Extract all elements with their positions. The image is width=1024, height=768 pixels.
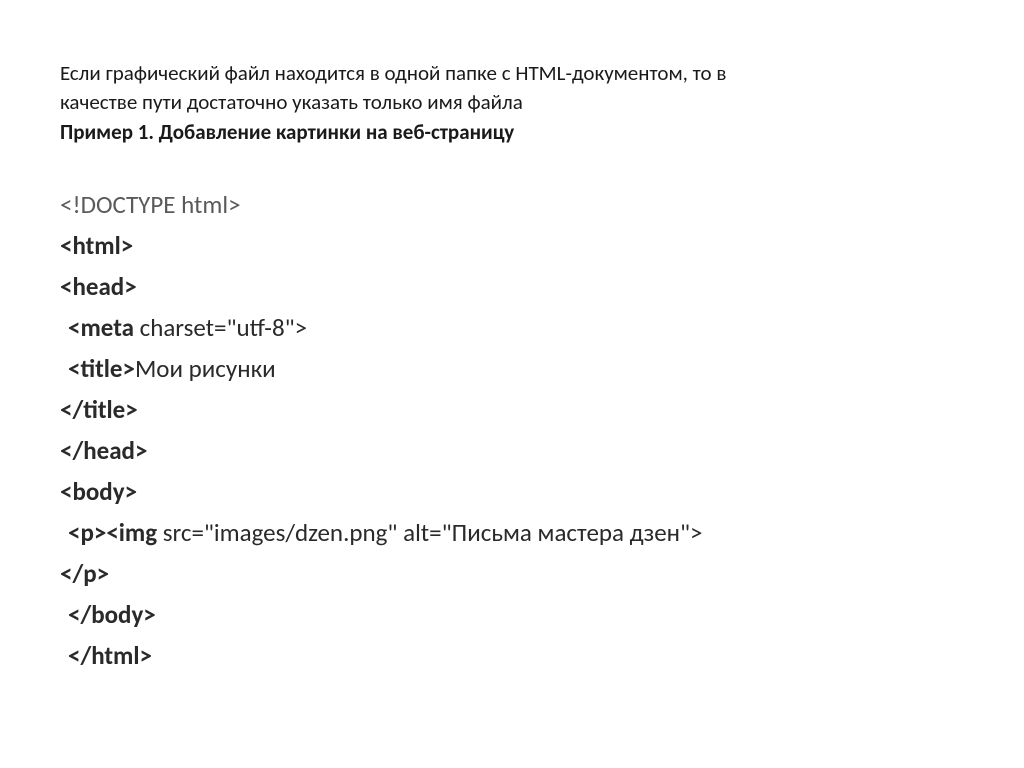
code-p-close: </p> bbox=[60, 554, 964, 594]
code-meta-attrs: charset="utf-8"> bbox=[134, 312, 307, 343]
code-title-text: Мои рисунки bbox=[135, 353, 276, 384]
code-img-tag: <img bbox=[106, 517, 157, 548]
code-img-line: <p><img src="images/dzen.png" alt="Письм… bbox=[68, 513, 964, 553]
intro-text-line2: качестве пути достаточно указать только … bbox=[60, 89, 964, 116]
code-title-line: <title>Мои рисунки bbox=[68, 349, 964, 389]
code-block: <!DOCTYPE html> <html> <head> <meta char… bbox=[60, 185, 964, 676]
code-meta: <meta charset="utf-8"> bbox=[68, 308, 964, 348]
code-body-close: </body> bbox=[68, 595, 964, 635]
code-body-open: <body> bbox=[60, 472, 964, 512]
intro-text-line1: Если графический файл находится в одной … bbox=[60, 60, 964, 87]
code-head-close: </head> bbox=[60, 431, 964, 471]
code-doctype: <!DOCTYPE html> bbox=[60, 185, 964, 225]
code-html-close: </html> bbox=[68, 636, 964, 676]
code-title-close: </title> bbox=[60, 390, 964, 430]
code-title-open: <title> bbox=[68, 353, 135, 384]
code-head-open: <head> bbox=[60, 267, 964, 307]
code-p-open: <p> bbox=[68, 517, 106, 548]
code-meta-tag: <meta bbox=[68, 312, 134, 343]
example-title: Пример 1. Добавление картинки на веб-стр… bbox=[60, 119, 964, 145]
code-img-attrs: src="images/dzen.png" alt="Письма мастер… bbox=[157, 517, 702, 548]
code-html-open: <html> bbox=[60, 226, 964, 266]
